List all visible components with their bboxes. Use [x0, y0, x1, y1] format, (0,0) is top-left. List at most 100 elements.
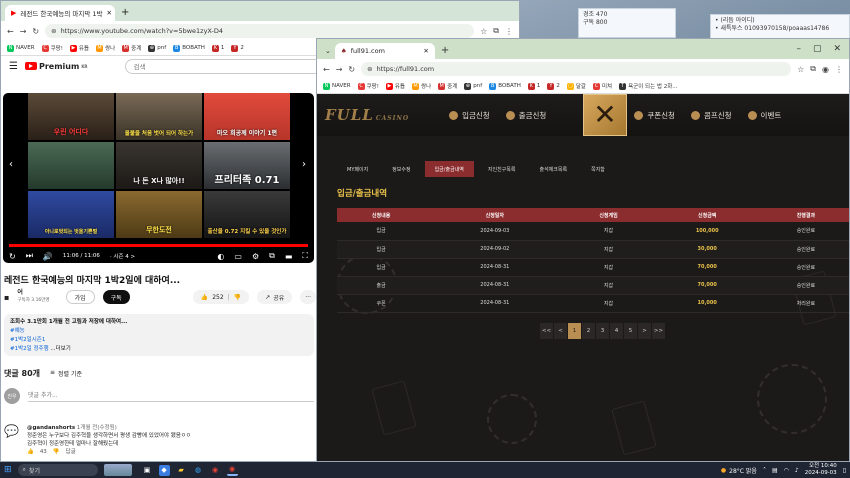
miniplayer-icon[interactable]: ⧉ [269, 251, 275, 261]
bookmark-item[interactable]: M 쌍나 [96, 44, 115, 52]
bookmark-star-icon[interactable]: ☆ [480, 27, 487, 36]
address-bar[interactable]: ⊜ https://www.youtube.com/watch?v=5bwe1z… [45, 24, 475, 38]
bookmark-item[interactable]: M 쌍나 [412, 82, 431, 90]
taskbar-search[interactable]: ⌕ 찾기 [17, 464, 98, 476]
video-progress-bar[interactable] [9, 244, 308, 247]
bookmark-item[interactable]: B BOBATH [173, 44, 205, 52]
tab-close-icon[interactable]: ✕ [423, 47, 428, 55]
youtube-logo[interactable]: Premium KR [24, 62, 88, 71]
page-button[interactable]: 3 [596, 323, 609, 339]
video-player[interactable]: ‹ › 우린 어디다 올불을 처음 벗어 되어 하는가 마오 희공께 이야기 1… [3, 93, 314, 263]
menu-deposit[interactable]: 입금신청 [449, 110, 490, 121]
minimize-icon[interactable]: – [796, 44, 801, 54]
tray-chevron-icon[interactable]: ˄ [763, 467, 766, 474]
like-dislike-button[interactable]: 👍 252 | 👎 [192, 290, 250, 304]
hashtag-link[interactable]: #1박2일시즌1 [10, 337, 45, 343]
comment-like-icon[interactable]: 👍 [27, 448, 34, 456]
subtab-messages[interactable]: 쪽지함 [581, 161, 615, 177]
page-prev-button[interactable]: < [554, 323, 567, 339]
reload-icon[interactable]: ↻ [348, 65, 355, 74]
bookmark-item[interactable]: ⊕ pnf [464, 82, 482, 90]
subtab-profile[interactable]: 정보수정 [382, 161, 420, 177]
maximize-icon[interactable]: ▢ [813, 44, 822, 54]
reply-button[interactable]: 답글 [66, 448, 76, 456]
back-icon[interactable]: ← [7, 27, 14, 36]
video-description[interactable]: 조회수 3.1만회 1개월 전 고림과 저장에 대하여... #예능 #1박2일… [4, 314, 314, 356]
start-windows-icon[interactable]: ⊞ [4, 465, 12, 475]
bookmark-item[interactable]: N NAVER [7, 44, 35, 52]
close-window-icon[interactable]: ✕ [833, 44, 841, 54]
menu-event[interactable]: 이벤트 [747, 110, 781, 121]
fullscreen-icon[interactable]: ⛶ [302, 251, 308, 261]
bookmark-item[interactable]: C 미쳐 [592, 82, 612, 90]
bookmark-item[interactable]: C 쿠팡! [357, 82, 379, 90]
channel-name[interactable]: 어 [17, 289, 49, 297]
reload-icon[interactable]: ↻ [32, 27, 39, 36]
hashtag-link[interactable]: #1박2일 정주행 [10, 346, 49, 352]
weather-widget[interactable]: ● 28°C 맑음 [721, 466, 757, 475]
bookmark-item[interactable]: ▢ 달갈 [566, 82, 586, 90]
menu-comp[interactable]: 콤프신청 [690, 110, 732, 121]
network-icon[interactable]: ▤ [772, 467, 778, 474]
tab-casino[interactable]: ♠ full91.com ✕ [334, 43, 435, 59]
task-view-icon[interactable]: ▣ [142, 465, 153, 476]
more-actions-button[interactable]: ··· [300, 290, 316, 304]
wifi-icon[interactable]: ◠ [784, 467, 789, 474]
notification-icon[interactable]: ▯ [843, 467, 846, 474]
channel-avatar-icon[interactable]: ▪ [4, 293, 9, 302]
bookmark-item[interactable]: Y2 [231, 44, 244, 52]
page-button[interactable]: 5 [624, 323, 637, 339]
widgets-icon[interactable] [103, 464, 132, 476]
sort-button[interactable]: ≡ 정렬 기준 [50, 369, 82, 378]
chapter-label[interactable]: · 시즌 4 > [110, 252, 135, 260]
bookmark-item[interactable]: T 욕군이 되는 법 2화... [619, 82, 678, 90]
extensions-icon[interactable]: ⧉ [493, 26, 499, 36]
chrome-active-icon[interactable]: ◉ [226, 465, 238, 476]
bookmark-item[interactable]: B BOBATH [489, 82, 521, 90]
menu-dots-icon[interactable]: ⋮ [505, 27, 513, 36]
next-icon[interactable]: ⏭ [26, 251, 33, 261]
profile-icon[interactable]: ◉ [822, 65, 829, 74]
comment-author[interactable]: @gandanshorts [27, 425, 75, 431]
menu-coupon[interactable]: 쿠폰신청 [634, 110, 675, 121]
hamburger-menu-icon[interactable]: ☰ [9, 61, 18, 72]
subtab-mypage[interactable]: MY페이지 [337, 161, 378, 177]
back-icon[interactable]: ← [323, 65, 330, 74]
page-last-button[interactable]: >> [652, 323, 665, 339]
bookmark-item[interactable]: N NAVER [323, 82, 351, 90]
share-button[interactable]: ↗ 공유 [257, 290, 293, 304]
forward-icon[interactable]: → [336, 65, 343, 74]
clock[interactable]: 오전 10:40 2024-09-03 [805, 463, 837, 477]
prev-video-icon[interactable]: ‹ [9, 159, 13, 170]
settings-gear-icon[interactable]: ⚙ [252, 252, 259, 261]
subtab-attendance[interactable]: 출석체크목록 [529, 161, 577, 177]
page-button[interactable]: 4 [610, 323, 623, 339]
chrome-icon[interactable]: ◉ [210, 465, 221, 476]
address-bar[interactable]: ⊜ https://full91.com [361, 62, 792, 76]
close-popup-icon[interactable]: ✕ [583, 94, 627, 136]
new-tab-button[interactable]: + [115, 7, 135, 21]
casino-logo[interactable]: FULL CASINO [325, 106, 409, 124]
comment-dislike-icon[interactable]: 👎 [53, 448, 60, 456]
show-more-link[interactable]: ...더보기 [50, 346, 70, 352]
bookmark-item[interactable]: M 중계 [438, 82, 457, 90]
tab-close-icon[interactable]: ✕ [107, 9, 112, 17]
file-explorer-icon[interactable]: ▰ [176, 465, 187, 476]
forward-icon[interactable]: → [20, 27, 27, 36]
menu-withdraw[interactable]: 출금신청 [505, 110, 546, 121]
page-next-button[interactable]: > [638, 323, 651, 339]
bookmark-item[interactable]: K1 [211, 44, 224, 52]
subscribe-button[interactable]: 구독 [102, 290, 130, 304]
page-button[interactable]: 1 [568, 323, 581, 339]
replay-icon[interactable]: ↻ [9, 252, 16, 261]
bookmark-item[interactable]: ⊕ pnf [148, 44, 166, 52]
page-button[interactable]: 2 [582, 323, 595, 339]
page-first-button[interactable]: << [540, 323, 553, 339]
volume-icon[interactable]: 🔊 [43, 252, 53, 261]
volume-icon[interactable]: ♪ [795, 467, 799, 474]
search-input[interactable]: 검색 [124, 58, 325, 74]
bookmark-item[interactable]: ▶ 유튭 [385, 82, 405, 90]
bookmark-item[interactable]: ▶ 유튭 [69, 44, 89, 52]
hashtag-link[interactable]: #예능 [10, 328, 25, 334]
tab-youtube[interactable]: ▶ 레전드 한국예능의 마지막 1박 ✕ [5, 5, 115, 21]
